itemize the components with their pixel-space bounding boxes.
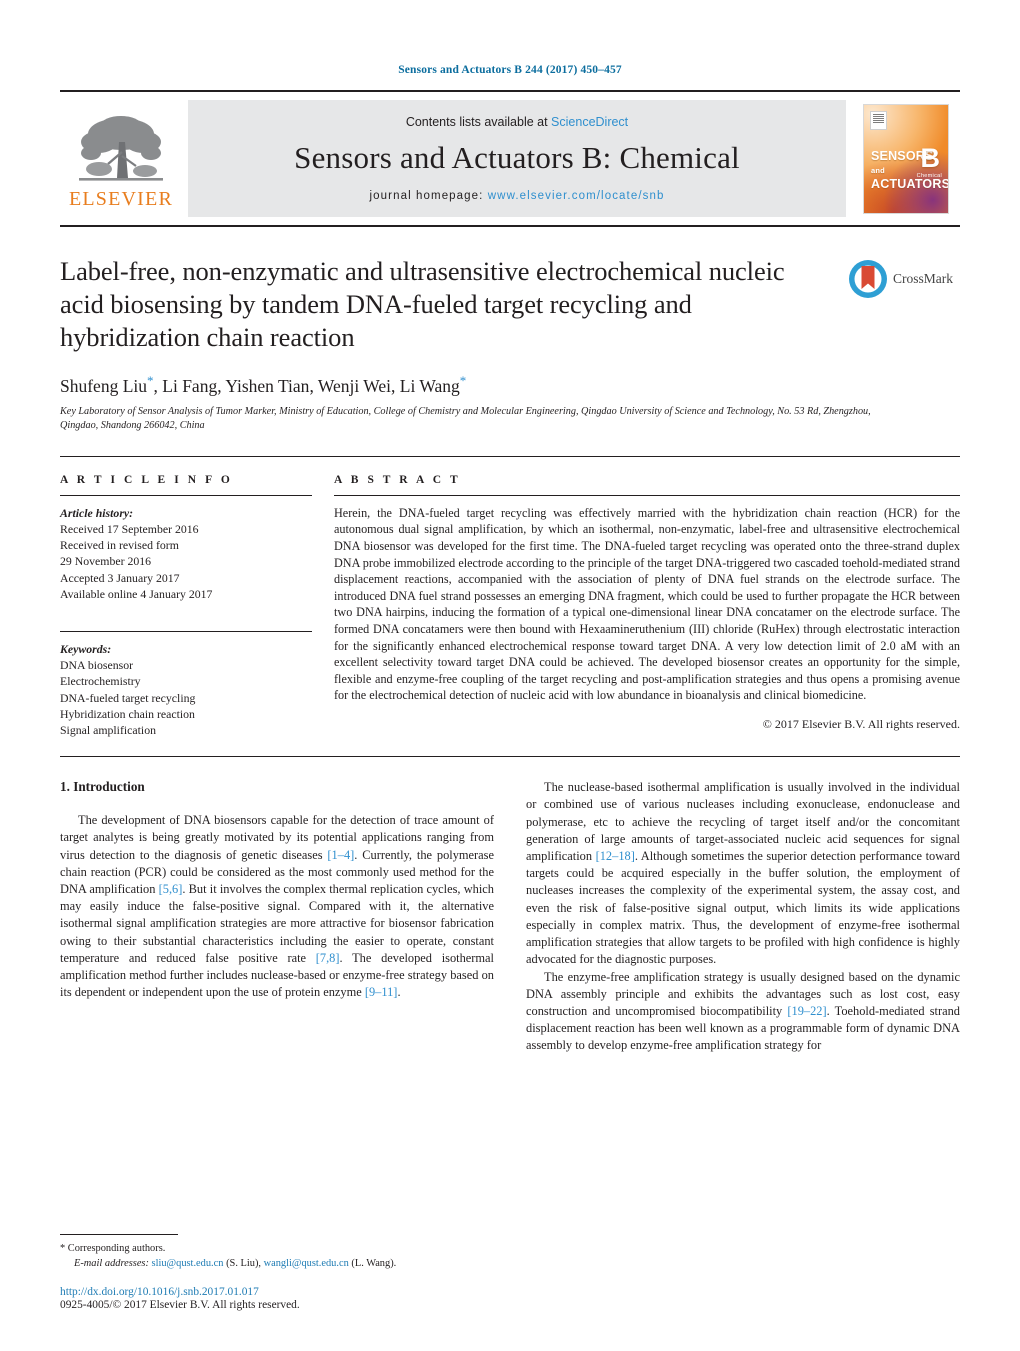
crossmark-circle-icon — [849, 260, 887, 298]
citation-link[interactable]: [7,8] — [316, 951, 340, 965]
page-title: Label-free, non-enzymatic and ultrasensi… — [60, 256, 785, 352]
keywords-label: Keywords: — [60, 642, 112, 657]
homepage-url-link[interactable]: www.elsevier.com/locate/snb — [488, 190, 665, 202]
keyword-item: DNA biosensor — [60, 658, 134, 673]
citation-link[interactable]: [9–11] — [365, 985, 398, 999]
crossmark-label: CrossMark — [893, 271, 953, 286]
journal-cover-thumbnail: SENSORS and ACTUATORS B Chemical — [852, 92, 960, 225]
para-text: . Although sometimes the superior detect… — [526, 849, 960, 967]
masthead-center: Contents lists available at ScienceDirec… — [188, 100, 846, 217]
elsevier-logo: ELSEVIER — [60, 92, 182, 225]
info-top-rule — [60, 455, 960, 457]
corresponding-authors-note: * Corresponding authors. — [60, 1243, 166, 1254]
cover-elsevier-mark-icon — [870, 110, 887, 130]
email-owner-1: (S. Liu), — [226, 1257, 261, 1269]
contents-prefix: Contents lists available at — [405, 115, 552, 129]
keywords-group: Keywords: DNA biosensor Electrochemistry… — [60, 641, 312, 738]
history-item: 29 November 2016 — [60, 554, 152, 569]
running-head: Sensors and Actuators B 244 (2017) 450–4… — [398, 64, 622, 76]
abstract-column: A B S T R A C T Herein, the DNA-fueled t… — [334, 474, 960, 738]
crossmark-badge[interactable]: CrossMark — [848, 255, 960, 299]
elsevier-tree-icon — [79, 116, 163, 181]
body-column-left: 1. Introduction The development of DNA b… — [60, 779, 510, 1054]
issn-copyright-line: 0925-4005/© 2017 Elsevier B.V. All right… — [60, 1299, 300, 1311]
author-name-2: Li Fang — [162, 375, 218, 396]
cover-series-letter: B — [920, 142, 941, 173]
article-history-group: Article history: Received 17 September 2… — [60, 505, 312, 602]
email-link-1[interactable]: sliu@qust.edu.cn — [152, 1258, 224, 1269]
elsevier-wordmark: ELSEVIER — [68, 188, 174, 210]
author-corresponding-marker-2: * — [459, 373, 467, 388]
article-info-heading: A R T I C L E I N F O — [60, 473, 233, 486]
author-name-4: Wenji Wei — [317, 375, 392, 396]
article-info-rule — [60, 494, 312, 496]
journal-homepage-line: journal homepage: www.elsevier.com/locat… — [370, 190, 665, 202]
keyword-item: Signal amplification — [60, 723, 156, 738]
abstract-copyright: © 2017 Elsevier B.V. All rights reserved… — [762, 716, 960, 731]
doi-link[interactable]: http://dx.doi.org/10.1016/j.snb.2017.01.… — [60, 1286, 488, 1298]
keyword-item: Electrochemistry — [60, 674, 141, 689]
paper-page: Sensors and Actuators B 244 (2017) 450–4… — [0, 0, 1020, 1351]
history-item: Accepted 3 January 2017 — [60, 570, 180, 585]
history-item: Available online 4 January 2017 — [60, 586, 213, 601]
sciencedirect-link[interactable]: ScienceDirect — [551, 115, 628, 129]
journal-masthead: ELSEVIER Contents lists available at Sci… — [60, 90, 960, 227]
paragraph: The development of DNA biosensors capabl… — [60, 812, 494, 1001]
email-link-2[interactable]: wangli@qust.edu.cn — [264, 1258, 349, 1269]
author-name-5: Li Wang — [399, 375, 460, 396]
info-abstract-row: A R T I C L E I N F O Article history: R… — [60, 474, 960, 738]
abstract-heading: A B S T R A C T — [334, 473, 461, 486]
para-text: . — [397, 985, 401, 1000]
affiliation: Key Laboratory of Sensor Analysis of Tum… — [60, 405, 871, 432]
body-column-right: The nuclease-based isothermal amplificat… — [510, 779, 960, 1054]
email-label: E-mail addresses: — [74, 1257, 149, 1269]
contents-available-line: Contents lists available at ScienceDirec… — [406, 115, 628, 129]
author-name-1: Shufeng Liu — [60, 375, 148, 396]
article-history-label: Article history: — [60, 505, 134, 520]
email-owner-2: (L. Wang). — [351, 1257, 397, 1269]
keywords-rule — [60, 631, 312, 633]
keyword-item: Hybridization chain reaction — [60, 706, 195, 721]
email-addresses-line: E-mail addresses: sliu@qust.edu.cn (S. L… — [60, 1257, 488, 1272]
author-list: Shufeng Liu*, Li Fang, Yishen Tian, Wenj… — [60, 373, 467, 396]
section-heading-introduction: 1. Introduction — [60, 779, 145, 795]
history-item: Received 17 September 2016 — [60, 522, 199, 537]
abstract-rule — [334, 494, 960, 496]
body-top-rule — [60, 756, 960, 758]
footnote-rule — [60, 1234, 178, 1235]
cover-series-subtitle: Chemical — [916, 172, 942, 179]
abstract-text: Herein, the DNA-fueled target recycling … — [334, 505, 960, 703]
doi-block: http://dx.doi.org/10.1016/j.snb.2017.01.… — [60, 1286, 488, 1311]
body-columns: 1. Introduction The development of DNA b… — [60, 779, 960, 1054]
citation-link[interactable]: [5,6] — [159, 882, 183, 896]
cover-and: and — [871, 166, 885, 175]
paragraph: The enzyme-free amplification strategy i… — [526, 969, 960, 1055]
author-name-3: Yishen Tian — [225, 375, 310, 396]
title-block: Label-free, non-enzymatic and ultrasensi… — [60, 255, 960, 354]
title-left: Label-free, non-enzymatic and ultrasensi… — [60, 255, 848, 354]
cover-artwork: SENSORS and ACTUATORS B Chemical — [863, 103, 949, 214]
crossmark-logo-icon — [848, 259, 888, 299]
citation-link[interactable]: [19–22] — [787, 1004, 826, 1018]
citation-link[interactable]: [12–18] — [596, 849, 635, 863]
article-info-column: A R T I C L E I N F O Article history: R… — [60, 474, 334, 738]
history-item: Received in revised form — [60, 538, 179, 553]
homepage-label: journal homepage: — [369, 190, 488, 202]
citation-link[interactable]: [1–4] — [327, 848, 354, 862]
paragraph: The nuclease-based isothermal amplificat… — [526, 779, 960, 968]
footnote-block: * Corresponding authors. E-mail addresse… — [60, 1234, 488, 1311]
journal-title: Sensors and Actuators B: Chemical — [294, 140, 740, 175]
keyword-item: DNA-fueled target recycling — [60, 690, 196, 705]
cover-line2: ACTUATORS — [871, 176, 949, 191]
